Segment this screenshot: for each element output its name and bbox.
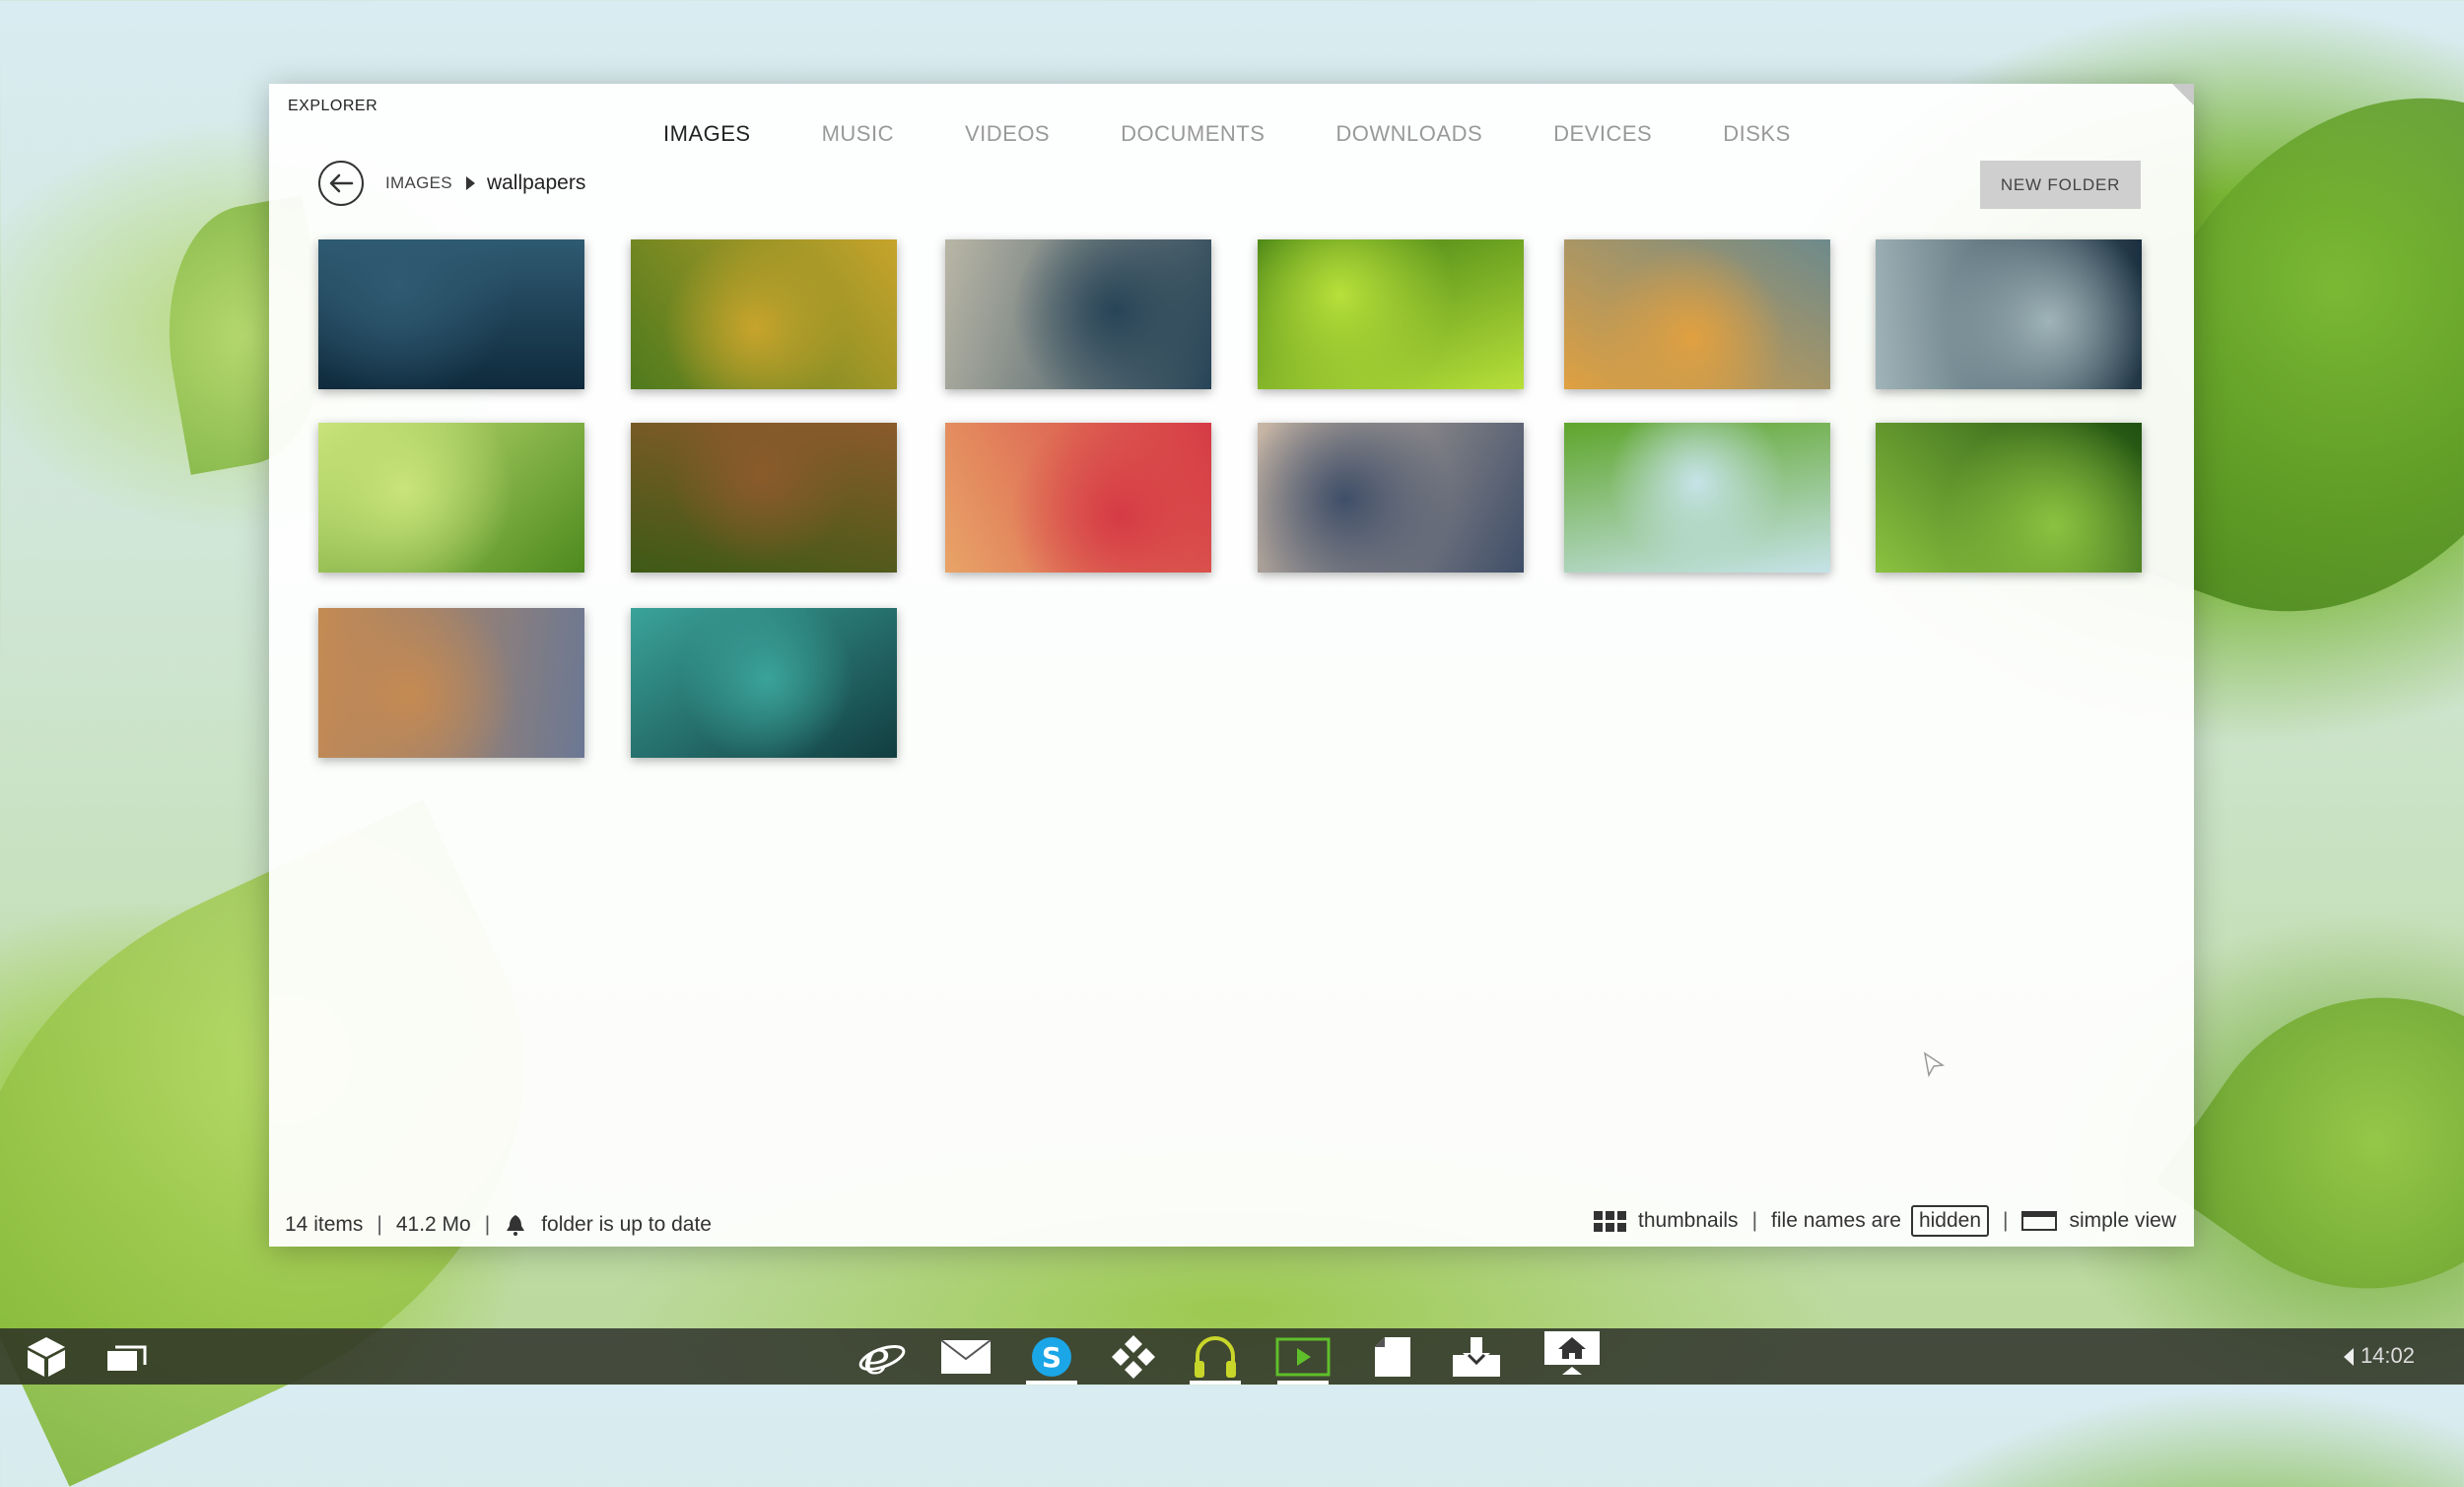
view-mode-label[interactable]: thumbnails [1638,1209,1739,1233]
category-tabs: IMAGES MUSIC VIDEOS DOCUMENTS DOWNLOADS … [663,121,1862,147]
document-icon[interactable] [1363,1328,1422,1385]
simple-view-icon[interactable] [2021,1211,2058,1231]
separator: | [2003,1209,2009,1232]
tab-documents[interactable]: DOCUMENTS [1121,121,1265,147]
bell-icon [507,1215,525,1236]
mail-icon[interactable] [936,1328,995,1385]
thumbnail-image[interactable] [945,239,1211,389]
caret-left-icon[interactable] [2342,1346,2356,1368]
tab-devices[interactable]: DEVICES [1553,121,1652,147]
back-button[interactable] [318,161,364,206]
tab-disks[interactable]: DISKS [1723,121,1791,147]
item-count: 14 items [285,1213,364,1236]
explorer-window: EXPLORER IMAGES MUSIC VIDEOS DOCUMENTS D… [269,84,2194,1247]
tab-downloads[interactable]: DOWNLOADS [1335,121,1482,147]
headphones-icon[interactable] [1186,1328,1245,1385]
file-names-toggle[interactable]: hidden [1910,1205,1989,1237]
thumbnail-image[interactable] [1876,423,2142,573]
tab-videos[interactable]: VIDEOS [965,121,1050,147]
file-names-label: file names are [1771,1209,1901,1232]
separator: | [1751,1209,1758,1232]
chevron-right-icon [465,176,475,190]
thumbnail-image[interactable] [1258,423,1524,573]
thumbnail-image[interactable] [1258,239,1524,389]
separator: | [376,1213,382,1236]
window-title: EXPLORER [288,98,378,114]
active-indicator [1190,1381,1241,1385]
video-player-icon[interactable] [1273,1328,1333,1385]
internet-explorer-icon[interactable]: e [853,1328,912,1385]
thumbnail-image[interactable] [631,608,897,758]
active-indicator [1026,1381,1077,1385]
new-folder-button[interactable]: NEW FOLDER [1980,161,2141,209]
sync-status: folder is up to date [541,1213,712,1236]
status-bar-left: 14 items | 41.2 Mo | folder is up to dat… [285,1213,712,1237]
thumbnail-image[interactable] [1876,239,2142,389]
active-indicator [1277,1381,1329,1385]
mouse-cursor-icon [1923,1051,1945,1077]
breadcrumb-current: wallpapers [486,171,586,194]
task-view-icon[interactable] [103,1328,152,1385]
home-icon[interactable] [1542,1328,1602,1385]
thumbnail-image[interactable] [318,239,584,389]
start-cube-icon[interactable] [20,1328,73,1385]
thumbnail-image[interactable] [318,423,584,573]
thumbnail-image[interactable] [1564,239,1830,389]
thumbnail-image[interactable] [1564,423,1830,573]
folder-size: 41.2 Mo [395,1213,471,1236]
breadcrumb-root[interactable]: IMAGES [385,173,452,193]
thumbnail-image[interactable] [631,239,897,389]
separator: | [484,1213,491,1236]
status-bar-right: thumbnails | file names are hidden | sim… [1594,1205,2176,1237]
background-leaf [2156,923,2464,1363]
taskbar: e S 14:02 [0,1328,2464,1385]
games-icon[interactable] [1104,1328,1163,1385]
tab-music[interactable]: MUSIC [822,121,894,147]
thumbnail-image[interactable] [631,423,897,573]
skype-icon[interactable]: S [1022,1328,1081,1385]
breadcrumb: IMAGES wallpapers [385,171,585,195]
download-icon[interactable] [1447,1328,1506,1385]
clock: 14:02 [2360,1343,2415,1368]
thumbnail-image[interactable] [318,608,584,758]
tab-images[interactable]: IMAGES [663,121,751,147]
grid-icon[interactable] [1594,1210,1626,1232]
svg-text:S: S [1042,1341,1061,1374]
arrow-left-icon [329,173,354,193]
layout-label[interactable]: simple view [2069,1209,2176,1233]
thumbnail-image[interactable] [945,423,1211,573]
